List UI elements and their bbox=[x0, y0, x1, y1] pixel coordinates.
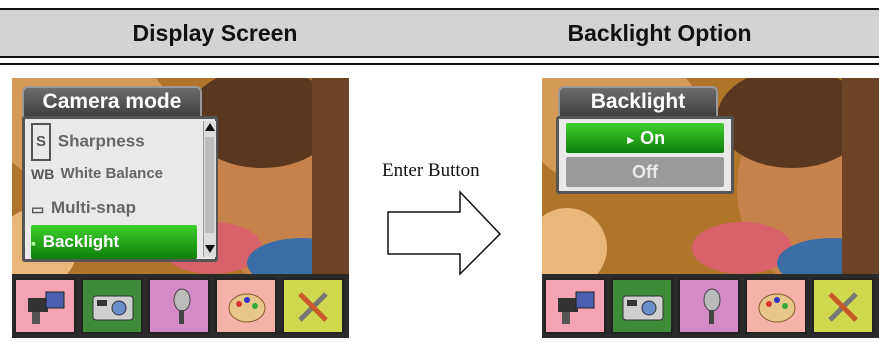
enter-button-label: Enter Button bbox=[382, 160, 480, 181]
tab-camera[interactable] bbox=[611, 278, 673, 334]
option-on[interactable]: ► On bbox=[566, 123, 724, 153]
tab-setup[interactable] bbox=[282, 278, 344, 334]
camera-mode-menu: S Sharpness WB White Balance ▭ Multi-sna… bbox=[22, 116, 218, 262]
menu-item-white-balance[interactable]: WB White Balance bbox=[31, 157, 197, 191]
tab-video[interactable] bbox=[544, 278, 606, 334]
menu-title-bar: Camera mode bbox=[22, 86, 202, 118]
sharpness-icon: S bbox=[31, 123, 52, 161]
camera-icon bbox=[92, 295, 134, 321]
tab-setup[interactable] bbox=[812, 278, 874, 334]
palette-icon bbox=[758, 293, 796, 323]
white-balance-icon: WB bbox=[31, 166, 55, 183]
scroll-up-icon[interactable] bbox=[205, 123, 215, 131]
tab-video[interactable] bbox=[14, 278, 76, 334]
video-camera-icon bbox=[28, 291, 65, 324]
right-arrow-icon bbox=[387, 190, 502, 276]
backlight-options-panel: ► On Off bbox=[556, 116, 734, 194]
multi-snap-icon: ▭ bbox=[31, 200, 45, 217]
tab-effects[interactable] bbox=[745, 278, 807, 334]
tab-camera[interactable] bbox=[81, 278, 143, 334]
menu-title: Camera mode bbox=[42, 90, 182, 113]
backlight-icon: ▪ bbox=[31, 234, 36, 251]
menu-item-multi-snap[interactable]: ▭ Multi-snap bbox=[31, 191, 197, 225]
microphone-icon bbox=[703, 288, 721, 324]
display-screen-left: Camera mode S Sharpness WB White Balance… bbox=[12, 78, 349, 338]
menu-scrollbar[interactable] bbox=[203, 121, 216, 257]
tools-icon bbox=[828, 292, 858, 322]
menu-item-label: White Balance bbox=[60, 165, 164, 182]
divider bbox=[0, 63, 879, 65]
menu-item-backlight[interactable]: ▪ Backlight bbox=[31, 225, 197, 259]
menu-item-label: Sharpness bbox=[57, 131, 145, 151]
tab-effects[interactable] bbox=[215, 278, 277, 334]
selected-arrow-icon: ► bbox=[624, 133, 641, 147]
tools-icon bbox=[298, 292, 328, 322]
left-column-title: Display Screen bbox=[132, 20, 298, 46]
menu-item-label: Multi-snap bbox=[50, 198, 136, 217]
menu-item-sharpness[interactable]: S Sharpness bbox=[31, 123, 197, 161]
mode-tab-bar bbox=[542, 274, 879, 338]
option-off[interactable]: Off bbox=[566, 157, 724, 187]
tab-audio[interactable] bbox=[678, 278, 740, 334]
option-title-bar: Backlight bbox=[558, 86, 718, 118]
mode-tab-bar bbox=[12, 274, 349, 338]
palette-icon bbox=[228, 293, 266, 323]
option-label: On bbox=[640, 128, 666, 148]
right-column-title: Backlight Option bbox=[567, 20, 752, 46]
camera-icon bbox=[622, 295, 664, 321]
header-bar: Display Screen Backlight Option bbox=[0, 8, 879, 58]
tab-audio[interactable] bbox=[148, 278, 210, 334]
option-label: Off bbox=[632, 162, 658, 182]
option-title: Backlight bbox=[590, 90, 686, 113]
microphone-icon bbox=[173, 288, 191, 324]
menu-item-label: Backlight bbox=[42, 232, 120, 251]
display-screen-right: Backlight ► On Off bbox=[542, 78, 879, 338]
scroll-thumb[interactable] bbox=[205, 137, 214, 233]
scroll-down-icon[interactable] bbox=[205, 245, 215, 253]
video-camera-icon bbox=[558, 291, 595, 324]
